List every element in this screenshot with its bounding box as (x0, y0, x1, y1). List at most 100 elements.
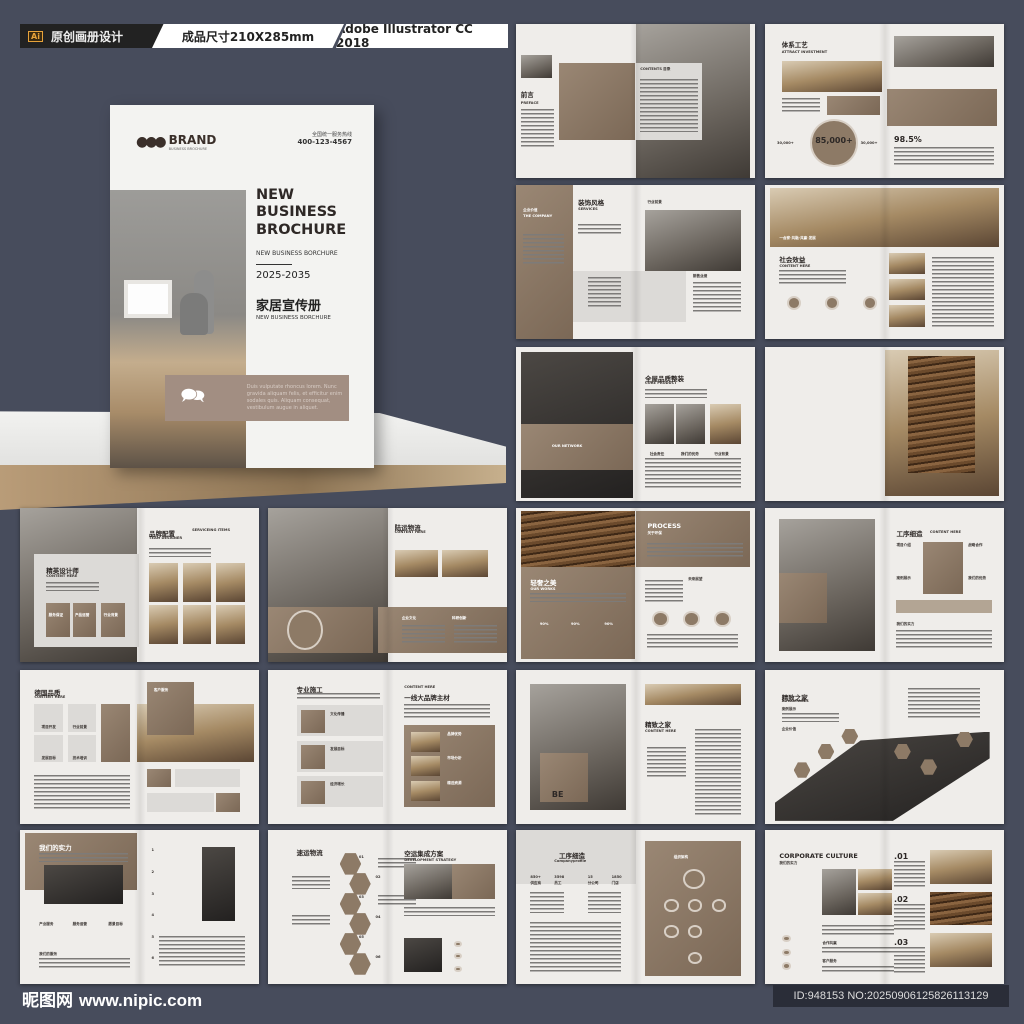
photo (201, 846, 236, 921)
brochure-spread: 速运物流 空运集成方案 DEVELOPMENT STRATEGY 01 02 03 04 05… (268, 830, 507, 984)
photo (43, 865, 123, 904)
cover-subtitle: NEW BUSINESS BORCHURE (256, 250, 338, 257)
cover-cn-title: 家居宣传册 (256, 299, 322, 314)
brown-panel (452, 863, 496, 900)
brand-logo: ●●● BRAND BUSINESS BROCHURE (136, 133, 216, 151)
spread-text: 1850 (611, 874, 622, 879)
text-placeholder-lines (523, 234, 564, 266)
spread-text: 科研创新 (452, 615, 467, 620)
text-placeholder-lines (896, 629, 993, 649)
spread-text: 我们的实力 (779, 860, 798, 865)
photo (215, 563, 245, 602)
text-placeholder-lines (587, 891, 622, 914)
brochure-spread: OUR NETWORK 全屋品质整装 CORE PRODUCT 社会责任 我们的优势 行业… (516, 347, 755, 501)
photo (929, 850, 993, 884)
brown-panel (539, 753, 588, 803)
spread-text: DEVELOPMENT STRATEGY (404, 857, 457, 862)
image-id: ID:948153 NO:20250906125826113129 (773, 985, 1009, 1007)
step-number: 03 (358, 894, 364, 899)
circle-icon (824, 295, 840, 310)
spread-text: 组织架构 (673, 854, 689, 859)
text-placeholder-lines (695, 728, 741, 815)
spread-text: 98.5% (894, 134, 922, 144)
spread-text: 工序细造 (896, 530, 923, 539)
spread-fold (381, 670, 394, 824)
spread-text: 销售业绩 (692, 274, 708, 279)
circle-icon (714, 611, 732, 627)
circle-icon (664, 899, 679, 912)
cover-years: 2025-2035 (256, 270, 311, 281)
spread-text: CORPORATE CULTURE (779, 851, 858, 860)
text-placeholder-lines (779, 269, 847, 286)
photo (520, 54, 552, 78)
brown-panel (301, 710, 326, 734)
spread-text: 产品运营 (74, 612, 90, 617)
spread-text: 企业价值 (523, 208, 538, 213)
spread-text: 客户服务 (822, 959, 837, 964)
text-placeholder-lines (530, 592, 626, 602)
text-placeholder-lines (822, 925, 895, 935)
spread-fold (629, 670, 642, 824)
spread-text: 前言 (520, 90, 534, 99)
text-placeholder-lines (578, 223, 622, 236)
cover-info-box: 🗪 Duis vulputate rhoncus lorem. Nunc gra… (165, 375, 349, 421)
brown-panel (827, 96, 880, 115)
cover-title: NEW BUSINESS BROCHURE (256, 187, 346, 239)
spread-text: CONTENT HERE (645, 728, 677, 733)
circle-icon (454, 965, 462, 972)
photo (404, 863, 453, 900)
circle-icon (786, 295, 801, 310)
circle-icon (683, 611, 701, 627)
spread-fold (878, 508, 891, 662)
spread-text: 合作共赢 (822, 940, 837, 945)
brown-panel (101, 703, 130, 763)
brown-panel (215, 793, 240, 812)
watermark-cn: 昵图网 (22, 991, 73, 1011)
text-placeholder-lines (291, 876, 331, 889)
text-placeholder-lines (530, 891, 564, 914)
circle-icon (781, 934, 792, 943)
brown-panel (301, 745, 326, 769)
spread-text: PROCESS (647, 521, 682, 530)
spread-text: 30,000+ (776, 141, 794, 146)
grey-panel (175, 768, 240, 788)
spread-text: SERVICES (578, 206, 598, 211)
brochure-spread: CORPORATE CULTURE 我们的实力 合作共赢 客户服务 .01 .02 .03 (765, 830, 1004, 984)
text-placeholder-lines (822, 965, 895, 974)
hexagon-icon (841, 728, 859, 744)
software-badge: Adobe Illustrator CC 2018 (336, 24, 508, 48)
brochure-spread: 陆运物流 CONTENT HERE 企业文化 科研创新 (268, 508, 507, 662)
brochure-spread: 一合家·共融·共赢·发展 社会效益 CONTENT HERE (765, 185, 1004, 339)
text-placeholder-lines (647, 634, 739, 650)
spread-text: CONTENT HERE (929, 529, 961, 534)
text-placeholder-lines (894, 947, 926, 975)
spread-text: 850+ (530, 874, 541, 879)
text-placeholder-lines (647, 543, 744, 558)
step-number: 6 (151, 956, 154, 961)
spread-text: 我们的实力 (896, 621, 915, 626)
circle-icon (664, 925, 679, 938)
spread-text: 员工 (554, 880, 562, 885)
brown-panel (635, 511, 751, 567)
spread-text: 项目介绍 (896, 543, 911, 548)
photo (822, 868, 856, 915)
cover-blurb: Duis vulputate rhoncus lorem. Nunc gravi… (246, 384, 343, 411)
spread-text: 我们的实力 (39, 844, 72, 853)
step-number: 4 (151, 913, 154, 918)
brochure-spread: 工序细造 Companyprofile 850+ 供应商 3598 员工 15 分公司 1850… (516, 830, 755, 984)
step-number: 04 (375, 914, 381, 919)
spread-text: 一合家·共融·共赢·发展 (779, 235, 816, 240)
spread-text: 行业前景 (647, 200, 662, 205)
photo (709, 403, 741, 444)
spread-text: 90% (570, 621, 580, 626)
circle-icon (454, 940, 462, 948)
text-placeholder-lines (296, 693, 381, 701)
step-number: 01 (358, 854, 364, 859)
spread-text: 文化传播 (330, 711, 345, 716)
brown-panel (46, 603, 71, 638)
step-number: 05 (358, 934, 364, 939)
photo (889, 305, 926, 327)
title-line: BROCHURE (256, 221, 347, 238)
photo (676, 403, 705, 444)
hexagon-icon (349, 913, 371, 935)
